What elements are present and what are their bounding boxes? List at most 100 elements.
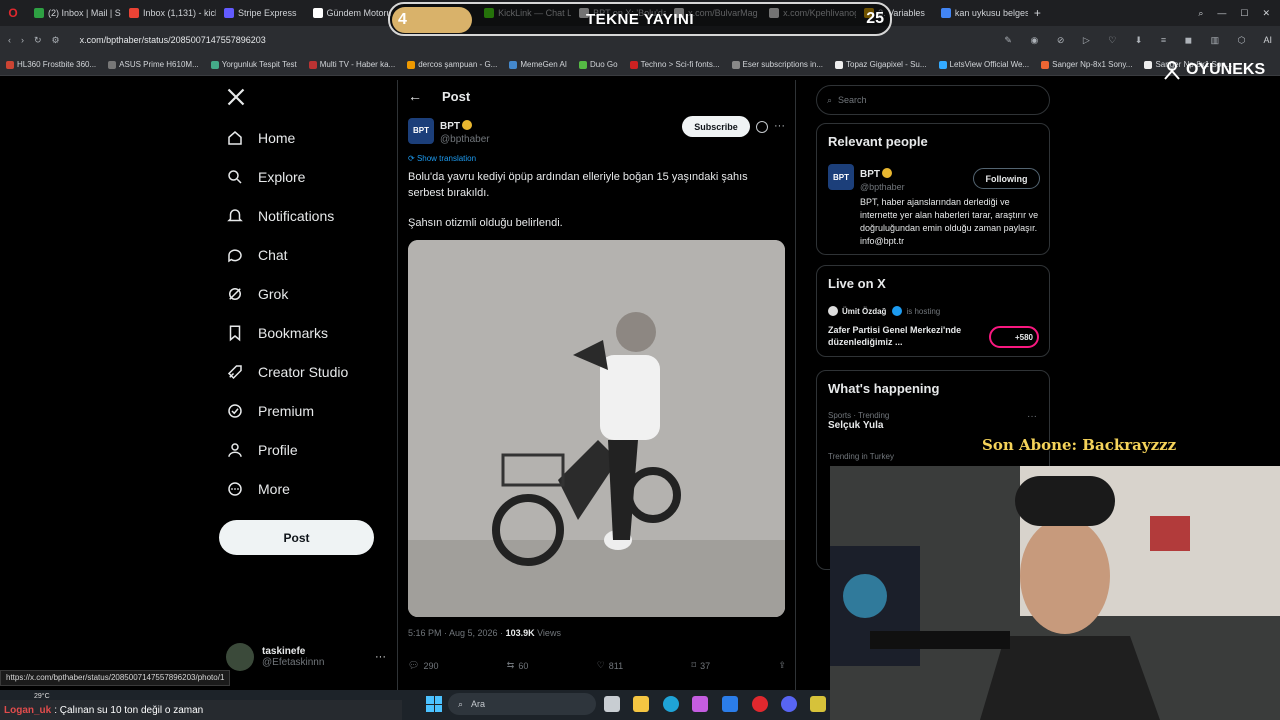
site-info-icon[interactable]: ⚙ <box>52 35 60 46</box>
bookmark-favicon-icon <box>1041 60 1050 69</box>
bookmark-item[interactable]: LetsView Official We... <box>938 60 1029 69</box>
reply-button[interactable]: 💬︎ 290 <box>408 660 438 671</box>
opera-logo-icon[interactable]: O <box>0 6 26 20</box>
store-icon[interactable] <box>722 696 738 712</box>
sidebar-item-notifications[interactable]: Notifications <box>218 196 398 235</box>
sidebar-item-premium[interactable]: Premium <box>218 391 398 430</box>
share-button[interactable]: ⇪ <box>778 660 786 671</box>
bell-icon <box>227 208 243 221</box>
reload-icon[interactable]: ↻ <box>34 35 42 46</box>
task-view-icon[interactable] <box>604 696 620 712</box>
sidebar-item-profile[interactable]: Profile <box>218 430 398 469</box>
live-title: Live on X <box>828 276 886 291</box>
trend-category: Sports · Trending <box>828 411 890 420</box>
ai-button[interactable]: AI <box>1263 35 1272 45</box>
sidebar-item-bookmarks[interactable]: Bookmarks <box>218 313 398 352</box>
post-author[interactable]: BPT BPT @bpthaber <box>408 116 490 145</box>
bookmark-item[interactable]: Yorgunluk Tespit Test <box>210 60 297 69</box>
grok-explain-icon[interactable] <box>756 121 768 133</box>
app-icon[interactable] <box>810 696 826 712</box>
windows-start-icon[interactable] <box>426 696 442 712</box>
account-handle: @Efetaskinnn <box>262 657 325 668</box>
post-time[interactable]: 5:16 PM · Aug 5, 2026 · <box>408 628 506 638</box>
browser-tab[interactable]: Inbox (1,131) - kick <box>121 0 216 26</box>
relevant-people-title: Relevant people <box>828 134 928 149</box>
rocket-icon <box>227 364 242 379</box>
post-more-icon[interactable]: ··· <box>774 120 785 132</box>
sidebar-item-creator-studio[interactable]: Creator Studio <box>218 352 398 391</box>
sidebar-item-explore[interactable]: Explore <box>218 157 398 196</box>
live-space-title[interactable]: Zafer Partisi Genel Merkezi'nde düzenled… <box>828 324 978 348</box>
bookmark-item[interactable]: Duo Go <box>579 60 618 69</box>
subscribe-button[interactable]: Subscribe <box>682 116 750 137</box>
browser-tab[interactable]: Gündem Motoru <box>305 0 400 26</box>
trend-item[interactable]: Trending in Turkey <box>828 452 894 461</box>
opera-icon[interactable] <box>752 696 768 712</box>
file-explorer-icon[interactable] <box>633 696 649 712</box>
author-handle[interactable]: @bpthaber <box>440 134 490 145</box>
share-icon: ⇪ <box>778 660 786 670</box>
maximize-icon[interactable]: ☐ <box>1240 8 1248 19</box>
repost-button[interactable]: ⇆ 60 <box>507 660 529 671</box>
back-arrow-icon[interactable]: ← <box>408 88 422 104</box>
trend-name: Selçuk Yula <box>828 420 884 431</box>
bookmark-button[interactable]: ⌑ 37 <box>691 660 710 671</box>
trend-more-icon[interactable]: ··· <box>1027 411 1037 422</box>
x-logo-icon[interactable] <box>226 87 246 107</box>
close-window-icon[interactable]: ✕ <box>1262 8 1270 19</box>
bookmark-item[interactable]: MemeGen AI <box>509 60 567 69</box>
search-input[interactable]: Search <box>838 95 867 105</box>
account-more-icon[interactable]: ··· <box>375 651 386 663</box>
search-box[interactable]: ⌕ Search <box>816 85 1050 115</box>
edge-icon[interactable] <box>663 696 679 712</box>
bookmark-item[interactable]: HL360 Frostbite 360... <box>6 60 96 69</box>
relevant-avatar[interactable]: BPT <box>828 164 854 190</box>
like-button[interactable]: ♡ 811 <box>597 660 623 671</box>
sidebar-item-chat[interactable]: Chat <box>218 235 398 274</box>
account-switcher[interactable]: taskinefe @Efetaskinnn ··· <box>226 640 386 674</box>
taskbar-search[interactable]: ⌕ Ara <box>448 693 596 715</box>
bookmark-label: ASUS Prime H610M... <box>119 60 199 69</box>
tab-favicon-icon <box>129 8 139 18</box>
bookmark-favicon-icon <box>629 60 638 69</box>
live-host-row[interactable]: Ümit Özdağ is hosting <box>828 306 940 316</box>
forward-icon[interactable]: › <box>21 35 24 45</box>
bookmark-favicon-icon <box>210 60 219 69</box>
post-button[interactable]: Post <box>219 520 374 555</box>
bookmark-item[interactable]: Eser subscriptions in... <box>731 60 823 69</box>
author-name[interactable]: BPT <box>440 121 460 132</box>
minimize-icon[interactable]: — <box>1217 8 1226 18</box>
bookmark-item[interactable]: ASUS Prime H610M... <box>108 60 199 69</box>
bookmark-item[interactable]: Techno > Sci-fi fonts... <box>629 60 720 69</box>
bookmark-item[interactable]: Sanger Np-8x1 Sony... <box>1041 60 1132 69</box>
author-avatar[interactable]: BPT <box>408 117 434 144</box>
bookmark-icon: ⌑ <box>691 660 697 670</box>
trend-item[interactable]: Sports · Trending Selçuk Yula <box>828 411 889 431</box>
stream-right-counter: 25 <box>866 10 884 27</box>
relevant-person[interactable]: BPT @bpthaber <box>860 164 905 192</box>
live-listeners[interactable]: +580 <box>989 326 1039 348</box>
browser-tab[interactable]: kan uykusu belges <box>933 0 1028 26</box>
sidebar-item-more[interactable]: More <box>218 469 398 508</box>
bookmark-item[interactable]: Topaz Gigapixel - Su... <box>835 60 927 69</box>
browser-tab[interactable]: (2) Inbox | Mail | SC <box>26 0 121 26</box>
bookmark-item[interactable]: dercos şampuan - G... <box>407 60 497 69</box>
extensions-icons[interactable]: ✎ ◉ ⊘ ▷ ♡ ⬇ ≡ ◼ ▥ ⬡ <box>1004 35 1253 46</box>
show-translation-link[interactable]: ⟳ Show translation <box>408 154 476 163</box>
discord-icon[interactable] <box>781 696 797 712</box>
sidebar-item-grok[interactable]: Grok <box>218 274 398 313</box>
browser-tab[interactable]: Stripe Express <box>216 0 305 26</box>
url-field[interactable]: x.com/bpthaber/status/208500714755789620… <box>80 35 266 45</box>
new-tab-icon[interactable]: + <box>1034 6 1041 20</box>
bookmark-label: Yorgunluk Tespit Test <box>221 60 297 69</box>
copilot-icon[interactable] <box>692 696 708 712</box>
sidebar-item-home[interactable]: Home <box>218 118 398 157</box>
following-button[interactable]: Following <box>973 168 1040 189</box>
bookmark-favicon-icon <box>108 60 117 69</box>
search-tabs-icon[interactable]: ⌕ <box>1198 8 1203 19</box>
back-icon[interactable]: ‹ <box>8 35 11 45</box>
tab-favicon-icon <box>940 8 951 18</box>
bookmark-item[interactable]: Multi TV - Haber ka... <box>308 60 395 69</box>
post-photo[interactable] <box>408 240 785 617</box>
premium-icon <box>228 403 242 418</box>
